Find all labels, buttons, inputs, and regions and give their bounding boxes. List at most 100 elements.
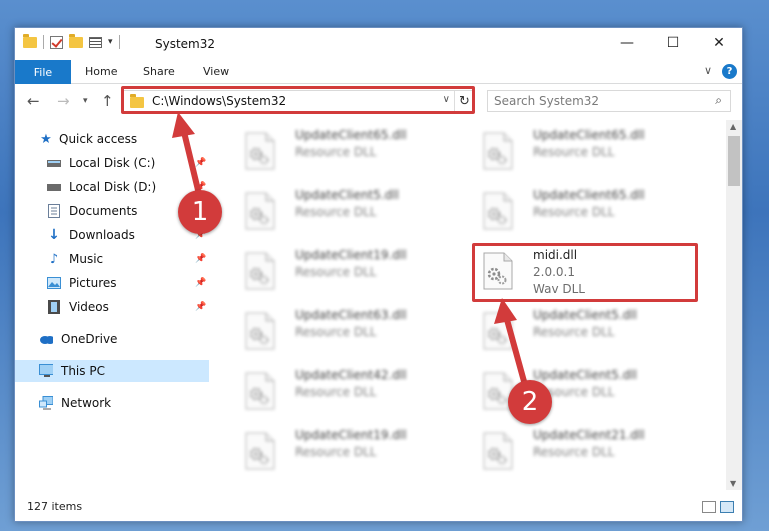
file-name: UpdateClient5.dll (533, 308, 637, 322)
tab-share[interactable]: Share (143, 65, 175, 78)
file-tile[interactable]: UpdateClient19.dll Resource DLL (237, 246, 467, 302)
step-2-badge: 2 (508, 380, 552, 424)
dll-file-icon (483, 132, 513, 170)
nav-item-label: This PC (61, 364, 105, 378)
file-tile[interactable]: UpdateClient42.dll Resource DLL (237, 366, 467, 422)
nav-item-onedrive[interactable]: OneDrive (15, 328, 209, 350)
file-name: UpdateClient63.dll (295, 308, 407, 322)
expand-ribbon-icon[interactable]: ∨ (704, 64, 712, 77)
customize-toolbar-icon[interactable] (89, 36, 102, 48)
window-title: System32 (155, 37, 216, 51)
file-name: UpdateClient21.dll (533, 428, 645, 442)
pin-icon[interactable]: 📌 (195, 158, 206, 168)
pin-icon[interactable]: 📌 (195, 254, 206, 264)
properties-check-icon[interactable] (50, 35, 63, 49)
nav-item-local-disk-c[interactable]: Local Disk (C:) 📌 (15, 152, 209, 174)
file-tile[interactable]: UpdateClient5.dll Resource DLL (237, 186, 467, 242)
status-bar: 127 items (15, 496, 742, 520)
nav-item-downloads[interactable]: ↓ Downloads 📌 (15, 224, 209, 246)
nav-item-label: Local Disk (D:) (69, 180, 157, 194)
item-count: 127 items (27, 500, 83, 513)
file-tile[interactable]: UpdateClient19.dll Resource DLL (237, 426, 467, 482)
tab-file[interactable]: File (15, 60, 71, 84)
search-box[interactable]: ⌕ (487, 90, 731, 112)
file-name: UpdateClient5.dll (533, 368, 637, 382)
dll-file-icon (245, 252, 275, 290)
tab-view[interactable]: View (203, 65, 229, 78)
nav-item-quick-access[interactable]: ★ Quick access (15, 128, 209, 150)
tiles-view-icon[interactable] (720, 501, 734, 513)
file-tile[interactable]: UpdateClient21.dll Resource DLL (475, 426, 705, 482)
dll-file-icon (245, 432, 275, 470)
nav-item-music[interactable]: ♪ Music 📌 (15, 248, 209, 270)
music-icon: ♪ (49, 251, 59, 267)
recent-locations-icon[interactable]: ▾ (83, 96, 88, 106)
file-name: UpdateClient65.dll (533, 128, 645, 142)
file-description: Resource DLL (295, 145, 377, 159)
dll-file-icon (483, 432, 513, 470)
file-tile[interactable]: UpdateClient65.dll Resource DLL (237, 126, 467, 182)
midi-dll-highlight (472, 243, 698, 302)
dll-file-icon (483, 192, 513, 230)
star-icon: ★ (40, 131, 52, 147)
drive-icon (47, 180, 61, 194)
nav-item-label: Videos (69, 300, 109, 314)
nav-item-local-disk-d[interactable]: Local Disk (D:) 📌 (15, 176, 209, 198)
scrollbar-thumb[interactable] (728, 136, 740, 186)
file-description: Resource DLL (295, 205, 377, 219)
window-controls: — ☐ ✕ (604, 28, 742, 58)
videos-icon (47, 300, 61, 314)
navigation-pane: ★ Quick access Local Disk (C:) 📌 Local D… (15, 120, 209, 490)
nav-item-label: OneDrive (61, 332, 118, 346)
file-description: Resource DLL (533, 145, 615, 159)
nav-item-label: Quick access (59, 132, 138, 146)
nav-item-label: Downloads (69, 228, 135, 242)
pin-icon[interactable]: 📌 (195, 278, 206, 288)
file-tile[interactable]: UpdateClient63.dll Resource DLL (237, 306, 467, 362)
dll-file-icon (245, 132, 275, 170)
computer-icon (39, 364, 53, 378)
documents-icon (47, 204, 61, 218)
file-name: UpdateClient19.dll (295, 248, 407, 262)
scroll-down-icon[interactable]: ▼ (730, 479, 736, 488)
up-arrow-icon[interactable]: ↑ (101, 92, 114, 110)
file-name: UpdateClient65.dll (295, 128, 407, 142)
tab-home[interactable]: Home (85, 65, 117, 78)
nav-item-network[interactable]: Network (15, 392, 209, 414)
dll-file-icon (245, 192, 275, 230)
file-description: Resource DLL (533, 325, 615, 339)
address-bar-highlight (121, 86, 475, 114)
nav-item-this-pc[interactable]: This PC (15, 360, 209, 382)
nav-item-pictures[interactable]: Pictures 📌 (15, 272, 209, 294)
search-icon[interactable]: ⌕ (715, 93, 722, 108)
file-description: Resource DLL (295, 445, 377, 459)
help-button[interactable]: ? (722, 64, 737, 79)
chevron-down-icon[interactable]: ▾ (108, 37, 113, 47)
close-button[interactable]: ✕ (696, 28, 742, 58)
nav-item-label: Local Disk (C:) (69, 156, 156, 170)
search-input[interactable] (494, 93, 694, 109)
details-view-icon[interactable] (702, 501, 716, 513)
view-switcher (702, 501, 734, 513)
file-name: UpdateClient65.dll (533, 188, 645, 202)
nav-item-label: Network (61, 396, 112, 410)
file-name: UpdateClient19.dll (295, 428, 407, 442)
file-tile[interactable]: UpdateClient65.dll Resource DLL (475, 126, 705, 182)
cloud-icon (39, 332, 53, 346)
new-folder-icon[interactable] (69, 33, 83, 48)
nav-item-videos[interactable]: Videos 📌 (15, 296, 209, 318)
file-description: Resource DLL (295, 325, 377, 339)
forward-arrow-icon[interactable]: → (57, 92, 70, 110)
scroll-up-icon[interactable]: ▲ (730, 122, 736, 131)
nav-item-label: Pictures (69, 276, 117, 290)
dll-file-icon (483, 312, 513, 350)
back-arrow-icon[interactable]: ← (27, 92, 40, 110)
step-1-badge: 1 (178, 190, 222, 234)
minimize-button[interactable]: — (604, 28, 650, 58)
maximize-button[interactable]: ☐ (650, 28, 696, 58)
file-tile[interactable]: UpdateClient65.dll Resource DLL (475, 186, 705, 242)
file-tile[interactable]: UpdateClient5.dll Resource DLL (475, 306, 705, 362)
download-icon: ↓ (48, 227, 60, 243)
vertical-scrollbar[interactable]: ▲ ▼ (726, 120, 742, 490)
pin-icon[interactable]: 📌 (195, 302, 206, 312)
